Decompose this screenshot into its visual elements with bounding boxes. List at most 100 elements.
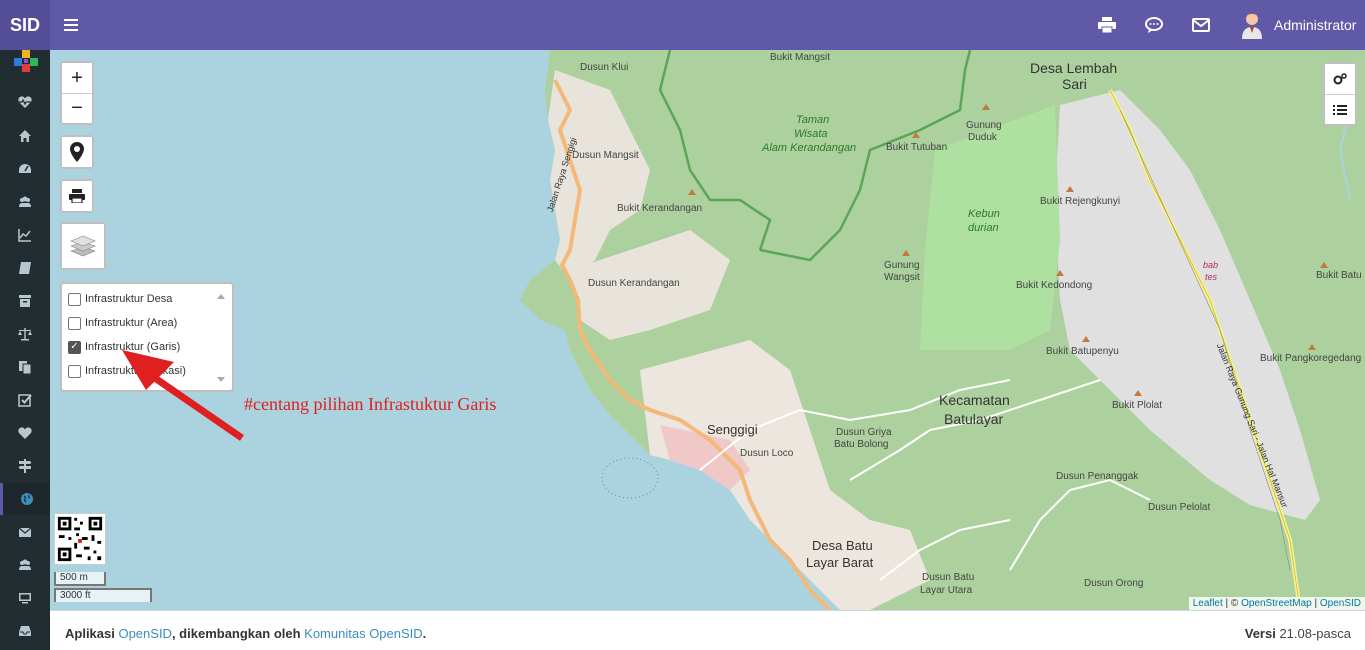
footer-credits: Aplikasi OpenSID, dikembangkan oleh Komu… bbox=[65, 626, 426, 641]
opensid-footer-link[interactable]: OpenSID bbox=[118, 626, 171, 641]
map-label: Bukit Plolat bbox=[1112, 400, 1163, 411]
map-label: Bukit Batu bbox=[1316, 270, 1362, 281]
footer-version: Versi 21.08-pasca bbox=[1245, 626, 1351, 641]
map-label: Dusun Loco bbox=[740, 448, 794, 459]
heart-icon[interactable] bbox=[0, 417, 50, 449]
print-icon[interactable] bbox=[62, 181, 92, 211]
layer-item-infrastruktur-area: Infrastruktur (Area) bbox=[68, 314, 177, 332]
book-icon[interactable] bbox=[0, 252, 50, 284]
scale-imperial: 3000 ft bbox=[54, 588, 152, 602]
map-label: Alam Kerandangan bbox=[762, 142, 857, 154]
layer-label: Infrastruktur Desa bbox=[85, 293, 173, 305]
copy-icon[interactable] bbox=[0, 351, 50, 383]
print-map-control bbox=[60, 179, 94, 213]
logo-icon bbox=[14, 50, 38, 72]
footer-middle: , dikembangkan oleh bbox=[171, 626, 305, 641]
version-value: 21.08-pasca bbox=[1275, 626, 1351, 641]
chat-icon[interactable] bbox=[1142, 13, 1166, 37]
map-label: Layar Utara bbox=[920, 585, 973, 596]
map-label: Layar Barat bbox=[806, 555, 874, 570]
heartbeat-icon[interactable] bbox=[0, 86, 50, 118]
map-label: durian bbox=[968, 222, 999, 234]
gears-icon[interactable] bbox=[1325, 64, 1355, 94]
checkbox-icon[interactable] bbox=[0, 384, 50, 416]
chart-icon[interactable] bbox=[0, 219, 50, 251]
map-label: Bukit Kerandangan bbox=[617, 203, 703, 214]
username: Administrator bbox=[1274, 17, 1357, 33]
zoom-out-button[interactable]: − bbox=[62, 93, 92, 123]
signpost-icon[interactable] bbox=[0, 450, 50, 482]
map-label: Bukit Tutuban bbox=[886, 142, 948, 153]
map-label: Senggigi bbox=[707, 422, 758, 437]
map-view[interactable]: Dusun Klui Bukit Mangsit Desa Lembah Sar… bbox=[50, 50, 1365, 610]
footer: Aplikasi OpenSID, dikembangkan oleh Komu… bbox=[50, 610, 1365, 650]
map-label: Bukit Pangkoregedang bbox=[1260, 353, 1362, 364]
version-label: Versi bbox=[1244, 626, 1276, 641]
group-icon[interactable] bbox=[0, 549, 50, 581]
avatar bbox=[1242, 13, 1262, 39]
opensid-link[interactable]: OpenSID bbox=[1320, 598, 1361, 609]
qr-code-icon[interactable] bbox=[54, 513, 106, 565]
map-label: Wisata bbox=[794, 128, 828, 140]
balance-icon[interactable] bbox=[0, 318, 50, 350]
user-menu[interactable]: Administrator bbox=[1240, 11, 1356, 39]
map-label: Desa Batu bbox=[812, 538, 873, 553]
attribution-separator: | bbox=[1311, 598, 1320, 609]
layers-icon[interactable] bbox=[62, 224, 104, 268]
map-label: Duduk bbox=[968, 132, 997, 143]
zoom-in-button[interactable]: + bbox=[62, 63, 92, 93]
map-label: Taman bbox=[796, 114, 830, 126]
attribution-separator: | © bbox=[1222, 598, 1242, 609]
layer-checkbox[interactable] bbox=[68, 292, 81, 306]
map-attribution: Leaflet | © OpenStreetMap | OpenSID bbox=[1188, 597, 1365, 610]
map-label: Desa Lembah bbox=[1030, 60, 1118, 76]
map-tiles bbox=[520, 50, 1365, 610]
komunitas-link[interactable]: Komunitas OpenSID bbox=[304, 626, 423, 641]
inbox-icon[interactable] bbox=[0, 615, 50, 647]
annotation-text: #centang pilihan Infrastuktur Garis bbox=[244, 394, 497, 414]
monitor-icon[interactable] bbox=[0, 582, 50, 614]
map-label: Gunung bbox=[884, 260, 920, 271]
map-label: Gunung bbox=[966, 120, 1002, 131]
brand-logo[interactable]: SID bbox=[0, 0, 50, 50]
map-label: Batulayar bbox=[944, 411, 1004, 427]
top-navbar: SID Administrator bbox=[0, 0, 1365, 50]
map-label: Dusun Mangsit bbox=[572, 150, 639, 161]
map-pin-icon[interactable] bbox=[62, 137, 92, 167]
envelope-icon[interactable] bbox=[0, 516, 50, 548]
mail-icon[interactable] bbox=[1189, 13, 1213, 37]
home-icon[interactable] bbox=[0, 120, 50, 152]
map-label: tes bbox=[1205, 272, 1218, 282]
leaflet-link[interactable]: Leaflet bbox=[1193, 598, 1223, 609]
scale-metric: 500 m bbox=[54, 572, 106, 586]
map-label: Dusun Klui bbox=[580, 62, 629, 73]
list-icon[interactable] bbox=[1325, 94, 1355, 124]
map-label: Dusun Orong bbox=[1084, 578, 1144, 589]
dashboard-icon[interactable] bbox=[0, 153, 50, 185]
layer-checkbox-checked[interactable]: ✓ bbox=[68, 340, 81, 354]
osm-link[interactable]: OpenStreetMap bbox=[1241, 598, 1312, 609]
map-label: Dusun Kerandangan bbox=[588, 278, 680, 289]
map-label: Sari bbox=[1062, 76, 1087, 92]
menu-icon[interactable] bbox=[60, 14, 82, 36]
archive-icon[interactable] bbox=[0, 285, 50, 317]
layers-control bbox=[60, 222, 106, 270]
map-label: bab bbox=[1203, 260, 1219, 270]
annotation-arrow-icon bbox=[122, 350, 244, 441]
map-label: Dusun Penanggak bbox=[1056, 471, 1139, 482]
map-tools-control bbox=[1323, 62, 1357, 126]
map-label: Bukit Kedondong bbox=[1016, 280, 1093, 291]
globe-icon[interactable] bbox=[0, 483, 50, 515]
layer-checkbox[interactable] bbox=[68, 316, 81, 330]
footer-suffix: . bbox=[422, 626, 427, 641]
print-icon[interactable] bbox=[1095, 13, 1119, 37]
map-label: Wangsit bbox=[884, 272, 920, 283]
map-label: Dusun Griya bbox=[836, 427, 892, 438]
map-label: Bukit Rejengkunyi bbox=[1040, 196, 1121, 207]
users-icon[interactable] bbox=[0, 186, 50, 218]
layer-item-infrastruktur-desa: Infrastruktur Desa bbox=[68, 290, 172, 308]
zoom-control: + − bbox=[60, 61, 94, 125]
map-label: Kecamatan bbox=[939, 392, 1010, 408]
layer-checkbox[interactable] bbox=[68, 364, 81, 378]
map-label: Bukit Batupenyu bbox=[1046, 346, 1119, 357]
